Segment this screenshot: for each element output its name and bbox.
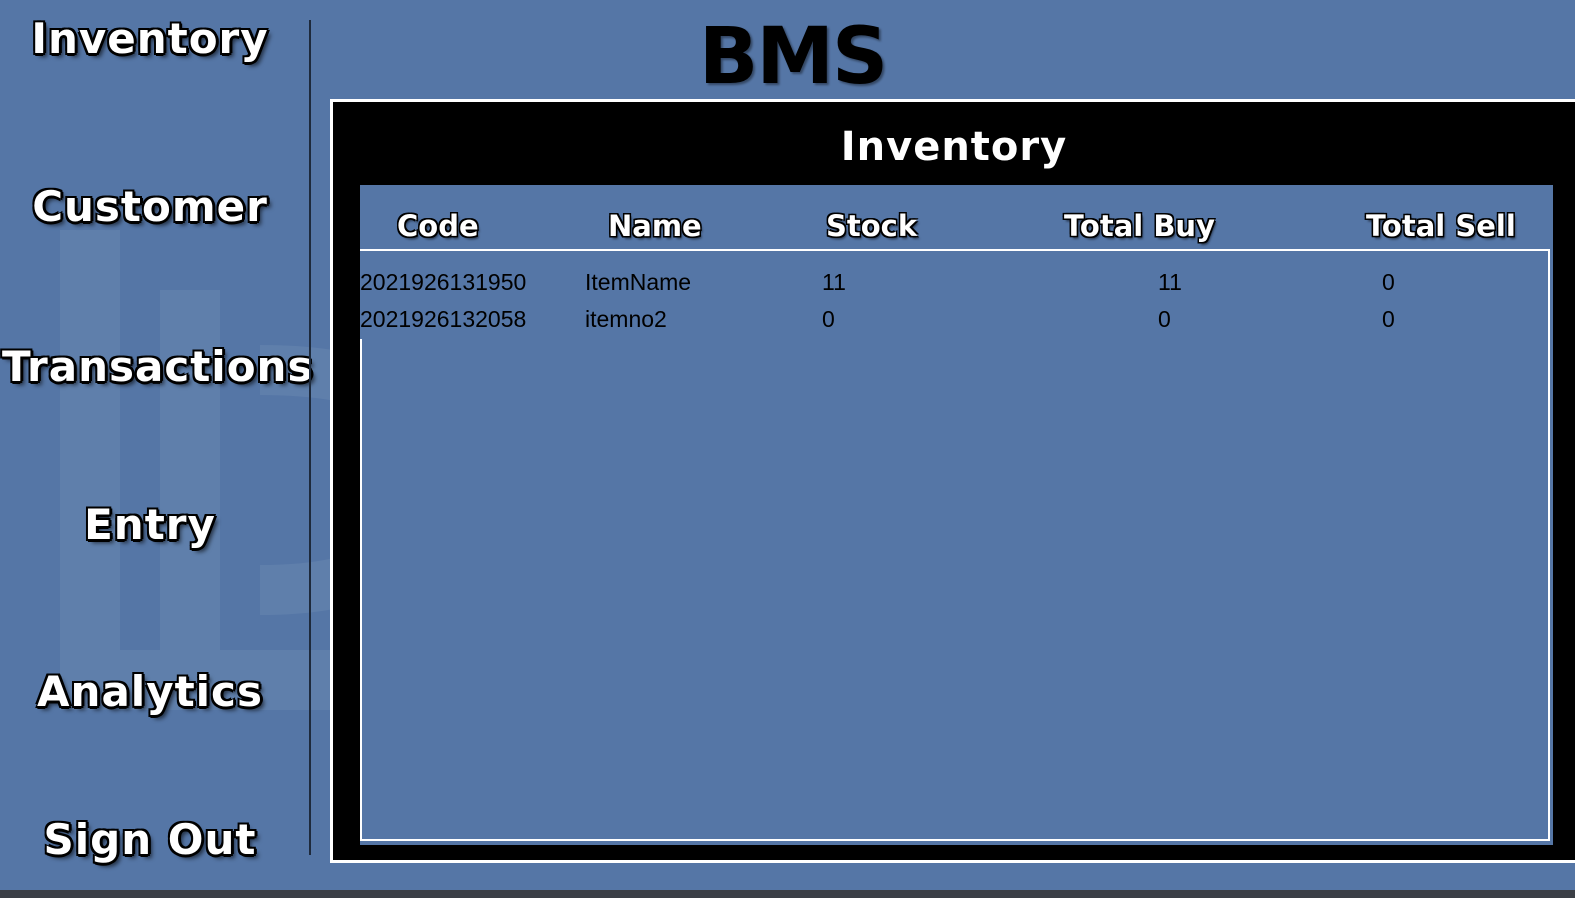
- cell-name: ItemName: [585, 269, 692, 295]
- panel-title: Inventory: [840, 124, 1068, 170]
- cell-stock: 0: [822, 306, 835, 332]
- table-row[interactable]: 2021926132058 itemno2 0 0 0: [360, 302, 1548, 336]
- column-header-total-buy: Total Buy: [1064, 209, 1215, 243]
- nav-entry[interactable]: Entry: [0, 500, 300, 549]
- sidebar-nav: Inventory Customer Transactions Entry An…: [0, 0, 312, 898]
- cell-total-buy: 0: [1158, 306, 1171, 332]
- column-header-code: Code: [397, 209, 479, 243]
- inventory-panel: Inventory Code Name Stock Total Buy Tota…: [330, 99, 1575, 863]
- nav-sign-out[interactable]: Sign Out: [0, 815, 300, 864]
- nav-analytics[interactable]: Analytics: [0, 667, 300, 716]
- bottom-bar: [0, 890, 1575, 898]
- column-header-total-sell: Total Sell: [1366, 209, 1516, 243]
- cell-total-sell: 0: [1382, 306, 1395, 332]
- app-logo: BMS: [698, 12, 888, 102]
- inventory-table: Code Name Stock Total Buy Total Sell 202…: [360, 185, 1553, 845]
- list-border: [360, 339, 362, 839]
- table-header: Code Name Stock Total Buy Total Sell: [360, 185, 1553, 251]
- sidebar-divider: [309, 20, 311, 855]
- cell-total-sell: 0: [1382, 269, 1395, 295]
- cell-total-buy: 11: [1158, 269, 1182, 295]
- nav-customer[interactable]: Customer: [0, 182, 300, 231]
- column-header-name: Name: [608, 209, 702, 243]
- cell-stock: 11: [822, 269, 846, 295]
- cell-code: 2021926131950: [360, 269, 527, 295]
- nav-inventory[interactable]: Inventory: [0, 14, 300, 63]
- inventory-list[interactable]: 2021926131950 ItemName 11 11 0 202192613…: [360, 249, 1550, 841]
- cell-code: 2021926132058: [360, 306, 527, 332]
- column-header-stock: Stock: [826, 209, 918, 243]
- table-row[interactable]: 2021926131950 ItemName 11 11 0: [360, 265, 1548, 299]
- nav-transactions[interactable]: Transactions: [2, 342, 312, 391]
- cell-name: itemno2: [585, 306, 667, 332]
